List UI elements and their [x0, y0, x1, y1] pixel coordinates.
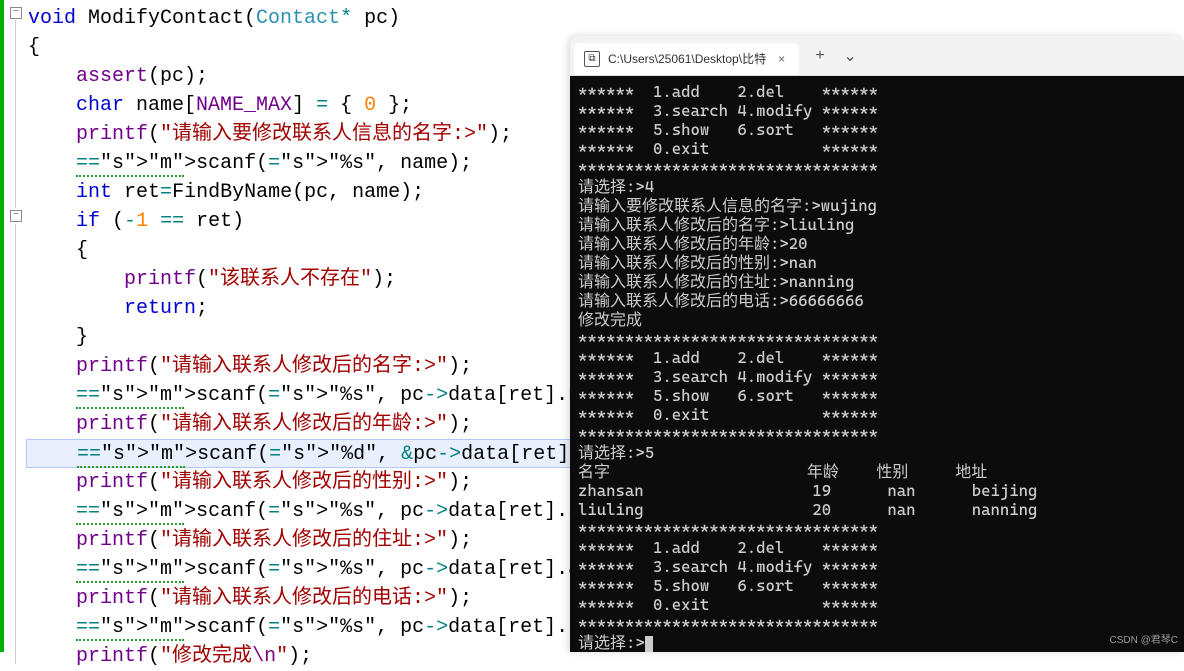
editor-gutter	[8, 0, 26, 652]
terminal-output[interactable]: ****** 1.add 2.del ****** ****** 3.searc…	[570, 76, 1184, 652]
fold-line	[15, 224, 16, 664]
code-body[interactable]: void ModifyContact(Contact* pc){ assert(…	[28, 0, 576, 671]
terminal-window: ⧉ C:\Users\25061\Desktop\比特 × + ⌄ ******…	[570, 36, 1184, 652]
watermark: CSDN @君琴C	[1110, 631, 1179, 646]
fold-toggle[interactable]	[10, 210, 22, 222]
tab-bar: ⧉ C:\Users\25061\Desktop\比特 × + ⌄	[570, 36, 1184, 76]
tab-active[interactable]: ⧉ C:\Users\25061\Desktop\比特 ×	[574, 43, 799, 75]
tab-title: C:\Users\25061\Desktop\比特	[608, 50, 766, 67]
terminal-icon: ⧉	[584, 51, 600, 67]
close-icon[interactable]: ×	[774, 52, 789, 66]
fold-line	[15, 20, 16, 208]
fold-toggle[interactable]	[10, 7, 22, 19]
terminal-cursor	[645, 636, 653, 652]
tab-dropdown-button[interactable]: ⌄	[837, 41, 863, 71]
new-tab-button[interactable]: +	[803, 41, 837, 71]
code-editor[interactable]: void ModifyContact(Contact* pc){ assert(…	[0, 0, 576, 652]
